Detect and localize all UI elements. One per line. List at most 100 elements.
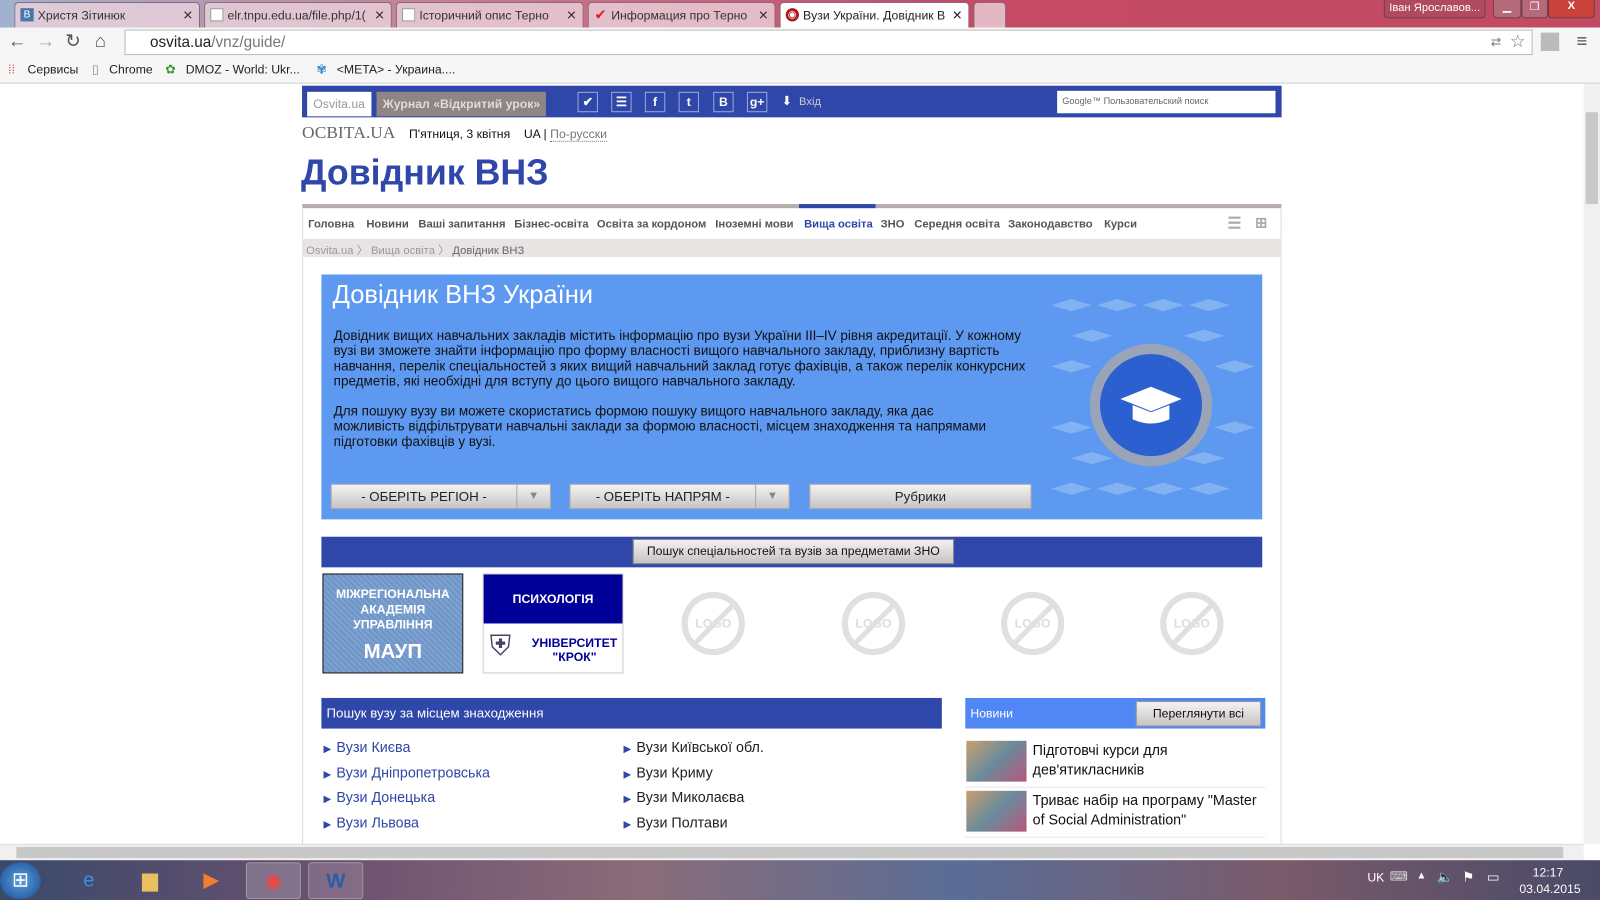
user-profile-button[interactable]: Іван Ярославов... [1383,0,1486,19]
search-input[interactable]: Google™ Пользовательский поиск [1057,90,1276,114]
close-tab-icon[interactable]: ✕ [566,8,576,22]
language-indicator[interactable]: UK [1367,870,1384,884]
check-icon[interactable]: ✔ [577,91,598,113]
google-plus-icon[interactable]: g+ [746,91,768,113]
logo-text: УНІВЕРСИТЕТ "КРОК" [531,635,618,665]
menu-item[interactable]: Головна [308,218,354,230]
twitter-icon[interactable]: t [678,91,699,113]
rss-icon[interactable]: ☰ [611,91,632,113]
login-link[interactable]: Вхід [799,96,821,108]
link-text: Вузи Київської обл. [636,738,764,756]
browser-tab[interactable]: В Христя Зітинюк ✕ [14,2,200,28]
horizontal-scrollbar[interactable] [0,843,1584,861]
city-link[interactable]: ▶ Вузи Донецька [323,789,435,805]
clock-date[interactable]: 03.04.2015 [1519,882,1580,896]
city-link[interactable]: ▶ Вузи Львова [323,814,419,830]
extension-icon[interactable] [1540,32,1560,52]
menu-item[interactable]: Іноземні мови [715,218,793,230]
browser-tab[interactable]: elr.tnpu.edu.ua/file.php/1(✕ [204,2,392,28]
rubrics-button[interactable]: Рубрики [809,483,1032,510]
menu-item[interactable]: Законодавство [1008,218,1092,230]
facebook-icon[interactable]: f [644,91,666,113]
sitemap-icon[interactable]: ⊞ [1255,214,1267,231]
lang-ua: UA [523,126,541,141]
lang-ru-link[interactable]: По-русски [550,126,607,142]
city-link[interactable]: ▶ Вузи Полтави [623,814,727,830]
bookmark-chrome[interactable]: Chrome [109,62,153,76]
file-explorer-icon[interactable]: ▆ [122,862,177,899]
bookmark-star-icon[interactable]: ☆ [1510,32,1526,52]
close-tab-icon[interactable]: ✕ [952,8,962,22]
tab-label: Христя Зітинюк [37,8,126,23]
menu-item[interactable]: Освіта за кордоном [597,218,706,230]
view-all-news-button[interactable]: Переглянути всі [1135,701,1262,727]
city-link[interactable]: ▶ Вузи Криму [623,764,712,780]
scrollbar-thumb[interactable] [16,846,1564,859]
browser-tab[interactable]: Історичний опис Терно ✕ [395,2,584,28]
menu-item[interactable]: Середня освіта [914,218,1000,230]
browser-titlebar: В Христя Зітинюк ✕ elr.tnpu.edu.ua/file.ph… [0,0,1600,28]
direction-dropdown[interactable]: - ОБЕРІТЬ НАПРЯМ - ▼ [569,483,790,510]
action-center-flag-icon[interactable]: ⚑ [1462,869,1474,885]
list-view-icon[interactable]: ☰ [1228,214,1242,232]
reload-icon[interactable]: ↻ [65,31,80,52]
bookmark-dmoz[interactable]: DMOZ - World: Ukr... [186,62,300,76]
network-icon[interactable]: ▭ [1487,869,1500,885]
news-item[interactable]: Триває набір на програму "Master of Soci… [965,789,1266,838]
address-bar[interactable]: osvita.ua/vnz/guide/ ☆ ⇄ [124,29,1533,56]
city-link[interactable]: ▶ Вузи Києва [323,739,410,755]
maximize-button[interactable]: ❐ [1521,0,1548,19]
vertical-scrollbar[interactable] [1583,83,1600,844]
tab-label: Информация про Терно [611,8,748,23]
tray-expand-icon[interactable]: ▲ [1416,870,1426,881]
minimize-button[interactable]: ▁ [1492,0,1522,19]
home-icon[interactable]: ⌂ [95,31,106,52]
zno-search-button[interactable]: Пошук спеціальностей та вузів за предмет… [632,538,955,565]
city-link[interactable]: ▶ Вузи Київської обл. [623,739,763,755]
maup-logo[interactable]: МІЖРЕГІОНАЛЬНА АКАДЕМІЯ УПРАВЛІННЯ МАУП [322,573,464,674]
translate-icon[interactable]: ⇄ [1491,35,1501,49]
site-logo[interactable]: ОСВІТА.UA [302,122,395,141]
menu-icon[interactable]: ≡ [1577,31,1588,52]
menu-item[interactable]: Новини [366,218,408,230]
clock-time[interactable]: 12:17 [1533,865,1564,879]
tab-label: Вузи України. Довідник В [803,8,946,23]
chrome-icon[interactable]: ◉ [245,862,302,899]
volume-icon[interactable]: 🔈 [1437,869,1454,885]
vkontakte-icon[interactable]: B [713,91,734,113]
news-item[interactable]: Підготовчі курси для дев'ятикласників [965,739,1266,788]
city-link[interactable]: ▶ Вузи Дніпропетровська [323,764,490,780]
tab-osvita[interactable]: Osvita.ua [307,91,372,117]
no-logo-placeholder: LOGO [1001,591,1065,656]
region-dropdown[interactable]: - ОБЕРІТЬ РЕГІОН - ▼ [330,483,552,510]
internet-explorer-icon[interactable]: e [61,862,116,899]
tab-journal[interactable]: Журнал «Відкритий урок» [376,91,547,117]
new-tab-button[interactable] [973,2,1007,28]
browser-tab[interactable]: ✔ Информация про Терно ✕ [587,2,776,28]
menu-item[interactable]: Курси [1104,218,1137,230]
close-tab-icon[interactable]: ✕ [758,8,768,22]
bookmark-services[interactable]: Сервисы [28,62,79,76]
back-icon[interactable]: ← [8,31,26,52]
menu-item[interactable]: Ваші запитання [418,218,505,230]
krok-logo[interactable]: ПСИХОЛОГІЯ ⛨ УНІВЕРСИТЕТ "КРОК" [482,573,624,674]
bookmark-meta[interactable]: <META> - Украина.... [337,62,456,76]
city-link[interactable]: ▶ Вузи Миколаєва [623,789,744,805]
keyboard-icon[interactable]: ⌨ [1390,869,1408,883]
forward-icon[interactable]: → [37,31,55,52]
browser-tab-active[interactable]: ◉ Вузи України. Довідник В ✕ [779,2,970,28]
menu-item[interactable]: ЗНО [881,218,905,230]
breadcrumb-link[interactable]: Osvita.ua [306,245,353,257]
close-tab-icon[interactable]: ✕ [183,8,193,22]
breadcrumb-link[interactable]: Вища освіта [371,245,435,257]
close-window-button[interactable]: X [1547,0,1595,19]
word-icon[interactable]: W [308,862,364,899]
scrollbar-thumb[interactable] [1585,112,1598,205]
dmoz-icon: ✿ [165,62,176,77]
media-player-icon[interactable]: ▶ [184,862,239,899]
url-host: osvita.ua [149,33,212,52]
menu-item-active[interactable]: Вища освіта [804,218,873,230]
menu-item[interactable]: Бізнес-освіта [514,218,588,230]
close-tab-icon[interactable]: ✕ [374,8,384,22]
start-button[interactable]: ⊞ [0,862,41,899]
